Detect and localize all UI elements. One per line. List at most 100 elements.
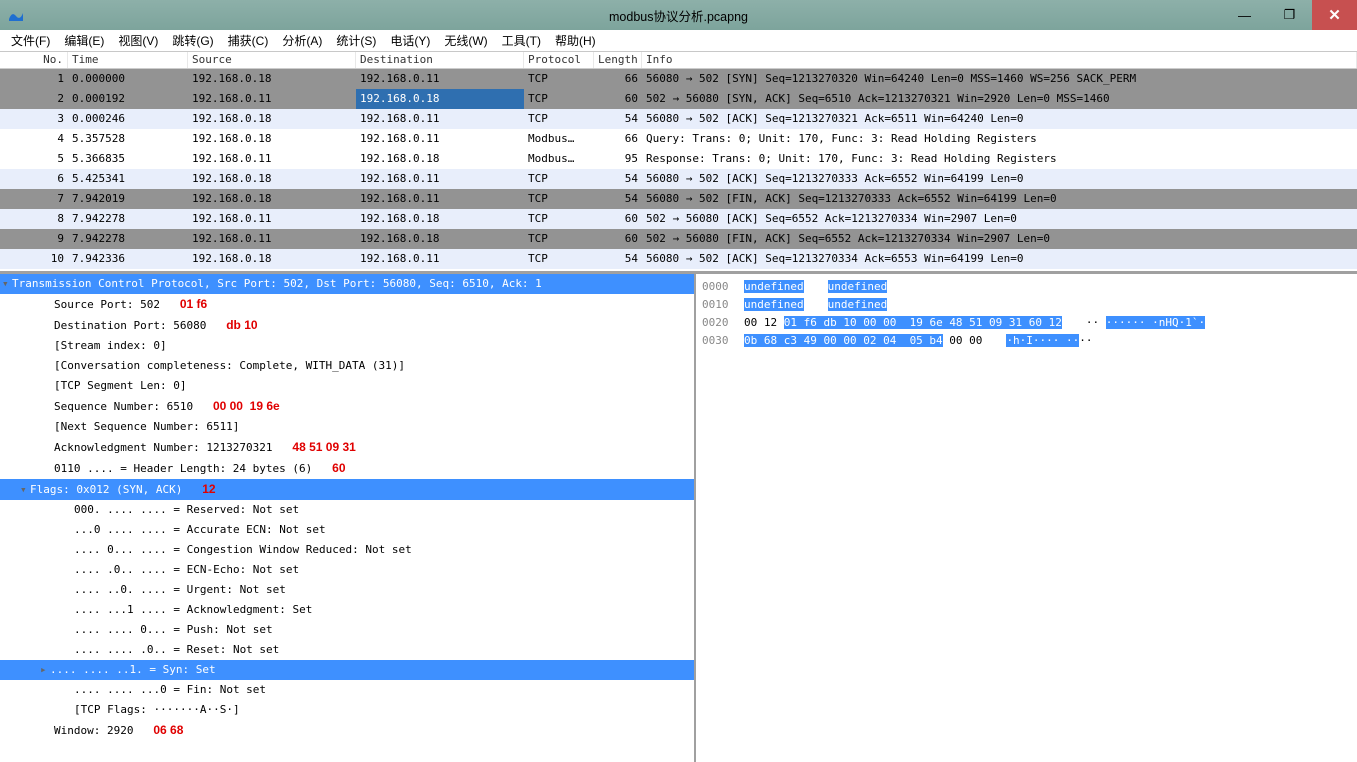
detail-line[interactable]: [TCP Flags: ·······A··S·] bbox=[0, 700, 694, 720]
menu-item[interactable]: 无线(W) bbox=[437, 30, 494, 51]
detail-line[interactable]: ▾Transmission Control Protocol, Src Port… bbox=[0, 274, 694, 294]
menu-item[interactable]: 编辑(E) bbox=[57, 30, 111, 51]
packet-row[interactable]: 97.942278192.168.0.11192.168.0.18TCP6050… bbox=[0, 229, 1357, 249]
close-button[interactable]: ✕ bbox=[1312, 0, 1357, 30]
packet-rows[interactable]: 10.000000192.168.0.18192.168.0.11TCP6656… bbox=[0, 69, 1357, 271]
menu-item[interactable]: 捕获(C) bbox=[221, 30, 276, 51]
menu-item[interactable]: 帮助(H) bbox=[548, 30, 603, 51]
detail-line[interactable]: 000. .... .... = Reserved: Not set bbox=[0, 500, 694, 520]
detail-text: .... 0... .... = Congestion Window Reduc… bbox=[74, 543, 412, 556]
packet-row[interactable]: 55.366835192.168.0.11192.168.0.18Modbus…… bbox=[0, 149, 1357, 169]
menu-item[interactable]: 工具(T) bbox=[495, 30, 548, 51]
col-src[interactable]: Source bbox=[188, 52, 356, 68]
col-proto[interactable]: Protocol bbox=[524, 52, 594, 68]
packet-row[interactable]: 107.942336192.168.0.18192.168.0.11TCP545… bbox=[0, 249, 1357, 269]
detail-line[interactable]: .... .0.. .... = ECN-Echo: Not set bbox=[0, 560, 694, 580]
col-len[interactable]: Length bbox=[594, 52, 642, 68]
packet-row[interactable]: 20.000192192.168.0.11192.168.0.18TCP6050… bbox=[0, 89, 1357, 109]
menu-item[interactable]: 跳转(G) bbox=[165, 30, 220, 51]
detail-text: Flags: 0x012 (SYN, ACK) bbox=[30, 483, 182, 496]
cell-dst: 192.168.0.11 bbox=[356, 169, 524, 189]
detail-line[interactable]: Sequence Number: 6510 00 00 19 6e bbox=[0, 396, 694, 417]
cell-time: 5.425341 bbox=[68, 169, 188, 189]
cell-info: Query: Trans: 0; Unit: 170, Func: 3: Rea… bbox=[642, 129, 1357, 149]
packet-bytes-pane[interactable]: 0000undefinedundefined0010undefinedundef… bbox=[696, 274, 1357, 762]
menu-item[interactable]: 统计(S) bbox=[329, 30, 383, 51]
detail-line[interactable]: [Conversation completeness: Complete, WI… bbox=[0, 356, 694, 376]
packet-row[interactable]: 10.000000192.168.0.18192.168.0.11TCP6656… bbox=[0, 69, 1357, 89]
detail-text: [TCP Segment Len: 0] bbox=[54, 379, 186, 392]
cell-time: 0.000246 bbox=[68, 109, 188, 129]
detail-line[interactable]: Window: 2920 06 68 bbox=[0, 720, 694, 741]
col-dst[interactable]: Destination bbox=[356, 52, 524, 68]
cell-time: 7.942278 bbox=[68, 229, 188, 249]
menu-item[interactable]: 电话(Y) bbox=[383, 30, 437, 51]
detail-line[interactable]: .... .... ...0 = Fin: Not set bbox=[0, 680, 694, 700]
wireshark-logo-icon bbox=[8, 7, 24, 23]
packet-details-pane[interactable]: ▾Transmission Control Protocol, Src Port… bbox=[0, 274, 696, 762]
hex-ascii: ·h·I···· ···· bbox=[1006, 332, 1092, 350]
detail-line[interactable]: Source Port: 502 01 f6 bbox=[0, 294, 694, 315]
detail-line[interactable]: .... 0... .... = Congestion Window Reduc… bbox=[0, 540, 694, 560]
detail-line[interactable]: .... .... .0.. = Reset: Not set bbox=[0, 640, 694, 660]
cell-dst: 192.168.0.18 bbox=[356, 229, 524, 249]
hex-ascii: undefined bbox=[828, 296, 888, 314]
title-bar: modbus协议分析.pcapng — ❐ ✕ bbox=[0, 0, 1357, 30]
detail-line[interactable]: ▸.... .... ..1. = Syn: Set bbox=[0, 660, 694, 680]
detail-text: 0110 .... = Header Length: 24 bytes (6) bbox=[54, 462, 312, 475]
cell-info: 56080 → 502 [SYN] Seq=1213270320 Win=642… bbox=[642, 69, 1357, 89]
detail-line[interactable]: .... ..0. .... = Urgent: Not set bbox=[0, 580, 694, 600]
hex-line[interactable]: 0010undefinedundefined bbox=[702, 296, 1351, 314]
detail-line[interactable]: Destination Port: 56080 db 10 bbox=[0, 315, 694, 336]
hex-line[interactable]: 002000 12 01 f6 db 10 00 00 19 6e 48 51 … bbox=[702, 314, 1351, 332]
cell-no: 10 bbox=[0, 249, 68, 269]
expand-toggle-icon[interactable]: ▸ bbox=[40, 660, 50, 680]
cell-src: 192.168.0.11 bbox=[188, 209, 356, 229]
detail-line[interactable]: [TCP Segment Len: 0] bbox=[0, 376, 694, 396]
packet-row[interactable]: 30.000246192.168.0.18192.168.0.11TCP5456… bbox=[0, 109, 1357, 129]
detail-line[interactable]: .... ...1 .... = Acknowledgment: Set bbox=[0, 600, 694, 620]
packet-list-header[interactable]: No. Time Source Destination Protocol Len… bbox=[0, 52, 1357, 69]
packet-row[interactable]: 45.357528192.168.0.18192.168.0.11Modbus…… bbox=[0, 129, 1357, 149]
packet-list-pane[interactable]: No. Time Source Destination Protocol Len… bbox=[0, 52, 1357, 273]
expand-toggle-icon[interactable]: ▾ bbox=[20, 480, 30, 500]
packet-row[interactable]: 87.942278192.168.0.11192.168.0.18TCP6050… bbox=[0, 209, 1357, 229]
cell-info: 56080 → 502 [FIN, ACK] Seq=1213270333 Ac… bbox=[642, 189, 1357, 209]
packet-row[interactable]: 77.942019192.168.0.18192.168.0.11TCP5456… bbox=[0, 189, 1357, 209]
cell-no: 9 bbox=[0, 229, 68, 249]
detail-line[interactable]: .... .... 0... = Push: Not set bbox=[0, 620, 694, 640]
hex-ascii: undefined bbox=[828, 278, 888, 296]
col-info[interactable]: Info bbox=[642, 52, 1357, 68]
cell-len: 54 bbox=[594, 169, 642, 189]
detail-line[interactable]: 0110 .... = Header Length: 24 bytes (6) … bbox=[0, 458, 694, 479]
detail-line[interactable]: [Stream index: 0] bbox=[0, 336, 694, 356]
cell-dst: 192.168.0.11 bbox=[356, 129, 524, 149]
hex-line[interactable]: 0000undefinedundefined bbox=[702, 278, 1351, 296]
col-no[interactable]: No. bbox=[0, 52, 68, 68]
cell-src: 192.168.0.18 bbox=[188, 169, 356, 189]
hex-annotation: 12 bbox=[202, 482, 215, 496]
window-controls: — ❐ ✕ bbox=[1222, 0, 1357, 30]
detail-line[interactable]: Acknowledgment Number: 1213270321 48 51 … bbox=[0, 437, 694, 458]
cell-dst: 192.168.0.18 bbox=[356, 89, 524, 109]
detail-line[interactable]: [Next Sequence Number: 6511] bbox=[0, 417, 694, 437]
hex-offset: 0020 bbox=[702, 314, 744, 332]
hex-offset: 0000 bbox=[702, 278, 744, 296]
cell-info: 502 → 56080 [ACK] Seq=6552 Ack=121327033… bbox=[642, 209, 1357, 229]
packet-row[interactable]: 65.425341192.168.0.18192.168.0.11TCP5456… bbox=[0, 169, 1357, 189]
detail-line[interactable]: ▾Flags: 0x012 (SYN, ACK) 12 bbox=[0, 479, 694, 500]
menu-item[interactable]: 文件(F) bbox=[4, 30, 57, 51]
minimize-button[interactable]: — bbox=[1222, 0, 1267, 30]
menu-item[interactable]: 分析(A) bbox=[275, 30, 329, 51]
maximize-button[interactable]: ❐ bbox=[1267, 0, 1312, 30]
cell-no: 5 bbox=[0, 149, 68, 169]
detail-text: Transmission Control Protocol, Src Port:… bbox=[12, 277, 542, 290]
cell-proto: TCP bbox=[524, 169, 594, 189]
expand-toggle-icon[interactable]: ▾ bbox=[2, 274, 12, 294]
menu-item[interactable]: 视图(V) bbox=[111, 30, 165, 51]
col-time[interactable]: Time bbox=[68, 52, 188, 68]
hex-line[interactable]: 00300b 68 c3 49 00 00 02 04 05 b4 00 00·… bbox=[702, 332, 1351, 350]
cell-len: 66 bbox=[594, 69, 642, 89]
detail-line[interactable]: ...0 .... .... = Accurate ECN: Not set bbox=[0, 520, 694, 540]
hex-offset: 0010 bbox=[702, 296, 744, 314]
